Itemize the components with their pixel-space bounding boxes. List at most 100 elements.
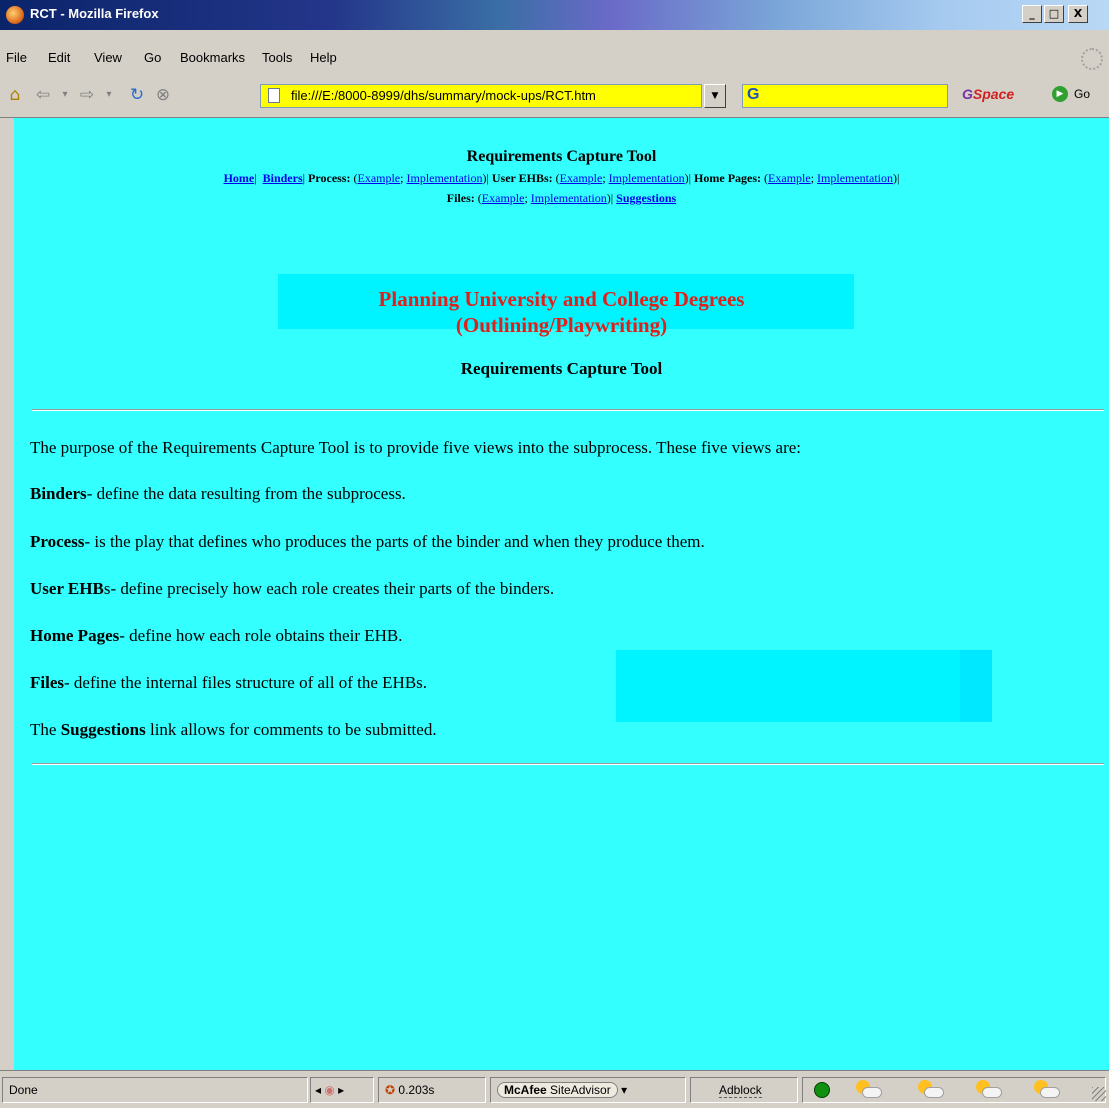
timer-icon: ✪ [385, 1083, 396, 1097]
weather-icon[interactable] [1034, 1080, 1060, 1100]
weather-icon[interactable] [976, 1080, 1002, 1100]
nav-process-implementation-link[interactable]: Implementation [406, 171, 482, 185]
menu-bar: File Edit View Go Bookmarks Tools Help [0, 44, 1109, 72]
overlay-box [616, 650, 992, 722]
item-term: Process [30, 532, 85, 551]
item-files: Files- define the internal files structu… [30, 673, 427, 693]
item-home-pages: Home Pages- define how each role obtains… [30, 626, 402, 646]
forward-icon[interactable]: ⇨ [76, 84, 98, 106]
url-text: file:///E:/8000-8999/dhs/summary/mock-up… [291, 88, 596, 103]
go-button[interactable]: Go [1074, 87, 1090, 101]
nav-suggestions-link[interactable]: Suggestions [616, 191, 676, 205]
firefox-icon [6, 6, 24, 24]
maximize-button[interactable]: □ [1044, 5, 1064, 23]
nav-home-pages-example-link[interactable]: Example [768, 171, 811, 185]
minimize-button[interactable]: _ [1022, 5, 1042, 23]
menu-view[interactable]: View [94, 50, 122, 65]
nav-home-pages-implementation-link[interactable]: Implementation [817, 171, 893, 185]
activity-throbber-icon [1081, 48, 1103, 70]
degree-subtitle-line: (Outlining/Playwriting) [455, 313, 668, 337]
page-content: Requirements Capture Tool Home| Binders|… [14, 118, 1109, 1070]
gspace-label-g: G [962, 86, 973, 102]
nav-process-example-link[interactable]: Example [357, 171, 400, 185]
window-title: RCT - Mozilla Firefox [30, 6, 159, 21]
status-indicator-icon[interactable] [814, 1082, 830, 1098]
stop-icon[interactable]: ⊗ [152, 84, 174, 106]
suggestions-post: link allows for comments to be submitted… [145, 720, 437, 739]
weather-icon[interactable] [918, 1080, 944, 1100]
degree-title-line: Planning University and College Degrees [378, 287, 745, 311]
back-icon[interactable]: ⇦ [32, 84, 54, 106]
forward-dropdown-icon[interactable]: ▾ [98, 84, 120, 106]
item-user-ehbs: User EHBs- define precisely how each rol… [30, 579, 554, 599]
media-player-controls[interactable]: ◂ ◉ ▸ [310, 1077, 374, 1103]
adblock-button[interactable]: Adblock [690, 1077, 798, 1103]
item-term: Binders [30, 484, 87, 503]
status-text: Done [2, 1077, 308, 1103]
suggestions-pre: The [30, 720, 61, 739]
nav-files-label: Files: [446, 191, 475, 205]
resize-grip-icon[interactable] [1092, 1087, 1106, 1101]
page-timer: ✪ 0.203s [378, 1077, 486, 1103]
menu-edit[interactable]: Edit [48, 50, 70, 65]
url-input[interactable]: file:///E:/8000-8999/dhs/summary/mock-up… [260, 84, 702, 108]
nav-user-ehbs-example-link[interactable]: Example [560, 171, 603, 185]
left-edge [0, 118, 14, 1070]
menu-tools[interactable]: Tools [262, 50, 292, 65]
intro-text: The purpose of the Requirements Capture … [30, 438, 802, 457]
page-icon [268, 88, 280, 103]
url-history-dropdown-button[interactable]: ▼ [704, 84, 726, 108]
menu-help[interactable]: Help [310, 50, 337, 65]
status-icons-area [802, 1077, 1106, 1103]
nav-files-example-link[interactable]: Example [482, 191, 525, 205]
overlay-box-inner [960, 650, 992, 722]
timer-value: 0.203s [398, 1083, 435, 1097]
item-desc: - define the data resulting from the sub… [86, 484, 406, 503]
page-subtitle: Requirements Capture Tool [460, 359, 663, 378]
nav-links-line-1: Home| Binders| Process: (Example; Implem… [223, 171, 900, 185]
divider-top [32, 409, 1104, 411]
item-binders: Binders- define the data resulting from … [30, 484, 406, 504]
page-title: Requirements Capture Tool [466, 148, 657, 165]
nav-process-label: Process: [308, 171, 351, 185]
nav-separator: | [254, 171, 257, 185]
weather-icon[interactable] [856, 1080, 882, 1100]
item-term: Files [30, 673, 64, 692]
nav-separator: | [486, 171, 489, 185]
back-dropdown-icon[interactable]: ▾ [54, 84, 76, 106]
mcafee-brand: McAfee [504, 1083, 547, 1097]
item-process: Process- is the play that defines who pr… [30, 532, 705, 552]
nav-separator: | [897, 171, 900, 185]
nav-separator: | [302, 171, 306, 185]
status-bar: Done ◂ ◉ ▸ ✪ 0.203s McAfee SiteAdvisor ▾… [0, 1070, 1109, 1108]
google-search-icon[interactable]: G [747, 86, 759, 104]
nav-separator: | [610, 191, 614, 205]
reload-icon[interactable]: ↻ [126, 84, 148, 106]
nav-home-pages-label: Home Pages: [694, 171, 762, 185]
item-desc: - define how each role obtains their EHB… [119, 626, 403, 645]
nav-files-implementation-link[interactable]: Implementation [531, 191, 607, 205]
gspace-button[interactable]: GSpace [962, 86, 1014, 102]
menu-file[interactable]: File [6, 50, 27, 65]
navigation-toolbar: ⌂ ⇦ ▾ ⇨ ▾ ↻ ⊗ file:///E:/8000-8999/dhs/s… [0, 72, 1109, 118]
mcafee-siteadvisor-button[interactable]: McAfee SiteAdvisor ▾ [490, 1077, 686, 1103]
degree-title: Planning University and College Degrees … [14, 286, 1109, 338]
item-desc: - define the internal files structure of… [64, 673, 428, 692]
home-icon[interactable]: ⌂ [4, 84, 26, 106]
search-input[interactable]: G [742, 84, 948, 108]
menu-bookmarks[interactable]: Bookmarks [180, 50, 245, 65]
suggestions-term: Suggestions [60, 720, 146, 739]
close-button[interactable]: X [1068, 5, 1088, 23]
go-arrow-icon[interactable]: ▶ [1052, 86, 1068, 102]
nav-user-ehbs-implementation-link[interactable]: Implementation [609, 171, 685, 185]
nav-links-line-2: Files: (Example; Implementation)| Sugges… [446, 191, 677, 205]
divider-bottom [32, 763, 1104, 765]
item-desc: - define precisely how each role creates… [110, 579, 555, 598]
window-title-bar[interactable]: RCT - Mozilla Firefox _ □ X [0, 0, 1109, 30]
adblock-label: Adblock [719, 1083, 762, 1098]
nav-home-link[interactable]: Home [224, 171, 255, 185]
menu-go[interactable]: Go [144, 50, 161, 65]
nav-binders-link[interactable]: Binders [263, 171, 303, 185]
suggestions-text: The Suggestions link allows for comments… [30, 720, 437, 740]
item-desc: - is the play that defines who produces … [84, 532, 705, 551]
